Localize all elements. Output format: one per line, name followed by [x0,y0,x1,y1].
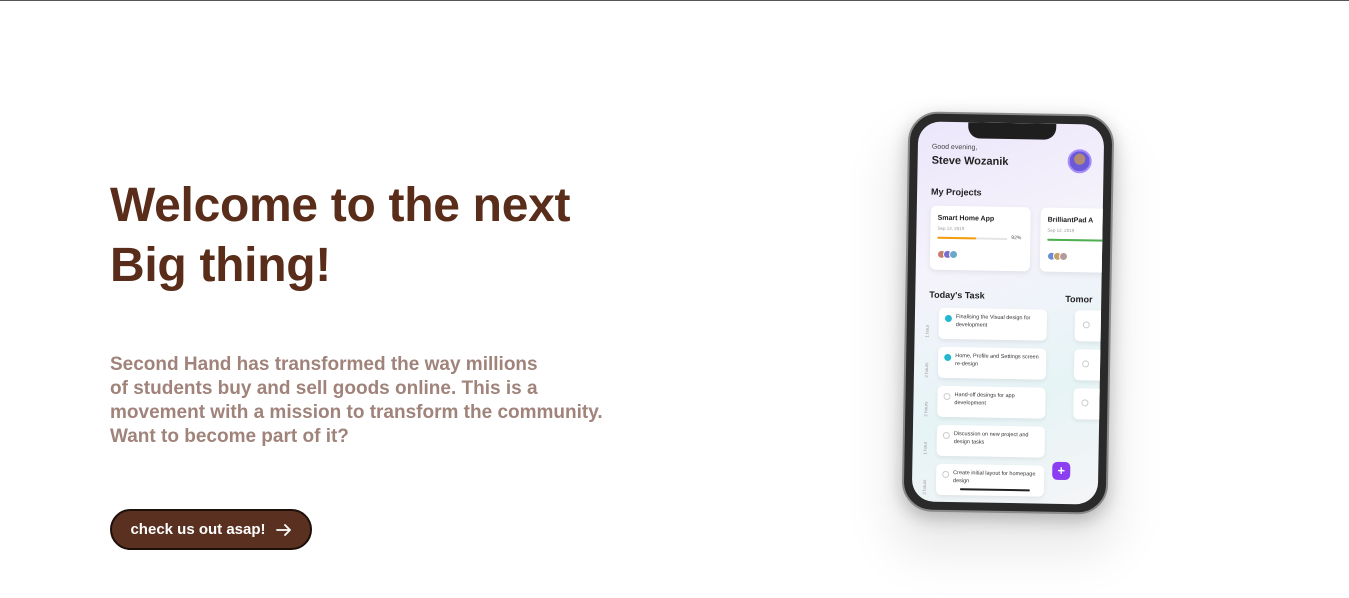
hour-label: 2 hours [923,401,929,417]
task-item[interactable]: Create initial layout for homepage desig… [935,463,1045,497]
hero-description: Second Hand has transformed the way mill… [110,353,670,449]
project-progress-bar [1047,238,1105,242]
task-text: Home, Profile and Settings screen re-des… [955,353,1039,367]
checkbox-icon[interactable] [942,470,950,478]
checkbox-icon[interactable] [1082,321,1090,329]
task-text: Hand-off desings for app development [954,392,1015,407]
hour-timeline: 1 hour 2 hours 2 hours 1 hour 2 hours [922,312,935,502]
task-text: Create initial layout for homepage desig… [953,470,1036,484]
project-card: Smart Home App Sep 12, 2019 92% [929,205,1031,272]
project-progress-bar [937,236,1008,240]
app-greeting: Good evening, [931,143,978,152]
phone-frame: Good evening, Steve Wozanik My Projects … [901,111,1115,515]
tomorrow-task-item[interactable] [1074,310,1105,342]
checkbox-icon[interactable] [942,431,950,440]
project-date: Sep 12, 2019 [937,225,965,232]
task-text: Finalising the Visual design for develop… [955,314,1031,329]
phone-screen: Good evening, Steve Wozanik My Projects … [911,121,1105,505]
top-divider [0,0,1349,1]
task-text: Discussion on new project and design tas… [953,431,1029,446]
project-progress-pct: 92% [1011,235,1022,242]
task-item[interactable]: Discussion on new project and design tas… [936,424,1046,458]
hero-description-line: movement with a mission to transform the… [110,402,603,423]
project-progress-fill [1047,238,1105,242]
cta-label: check us out asap! [130,521,266,538]
hour-label: 2 hours [923,362,930,378]
project-date: Sep 12, 2019 [1047,227,1075,234]
project-card: BrilliantPad A Sep 12, 2019 [1039,207,1105,274]
check-icon[interactable] [944,353,952,362]
project-members [936,249,959,260]
hour-label: 1 hour [922,441,928,455]
hero-title-line: Big thing! [110,239,331,292]
tomorrow-title: Tomor [1065,293,1093,305]
hero-description-line: Want to become part of it? [110,426,349,447]
task-item[interactable]: Finalising the Visual design for develop… [938,307,1048,341]
hour-label: 1 hour [924,324,930,338]
task-item[interactable]: Hand-off desings for app development [937,385,1046,419]
tomorrow-task-item[interactable] [1073,388,1104,420]
hero-description-line: of students buy and sell goods online. T… [110,378,538,399]
check-icon[interactable] [944,314,952,323]
hero-title-line: Welcome to the next [110,179,571,232]
todays-task-title: Today's Task [929,289,985,301]
project-name: Smart Home App [937,214,995,223]
add-task-button[interactable]: + [1052,461,1071,481]
cta-button[interactable]: check us out asap! [110,509,312,550]
checkbox-icon[interactable] [1082,360,1090,368]
arrow-right-icon [275,523,292,536]
checkbox-icon[interactable] [1081,399,1089,407]
my-projects-title: My Projects [931,186,982,198]
project-name: BrilliantPad A [1047,216,1094,225]
app-user-name: Steve Wozanik [931,154,1009,168]
checkbox-icon[interactable] [943,392,951,401]
project-progress-fill [937,236,976,240]
project-members [1046,251,1069,262]
task-item[interactable]: Home, Profile and Settings screen re-des… [937,346,1047,380]
hero-description-line: Second Hand has transformed the way mill… [110,354,538,375]
hour-label: 2 hours [921,479,928,495]
hero-title: Welcome to the next Big thing! [110,176,670,296]
phone-notch [968,122,1057,140]
tomorrow-task-item[interactable] [1073,349,1105,381]
avatar [1067,149,1092,174]
phone-mockup: Good evening, Steve Wozanik My Projects … [870,95,1160,555]
